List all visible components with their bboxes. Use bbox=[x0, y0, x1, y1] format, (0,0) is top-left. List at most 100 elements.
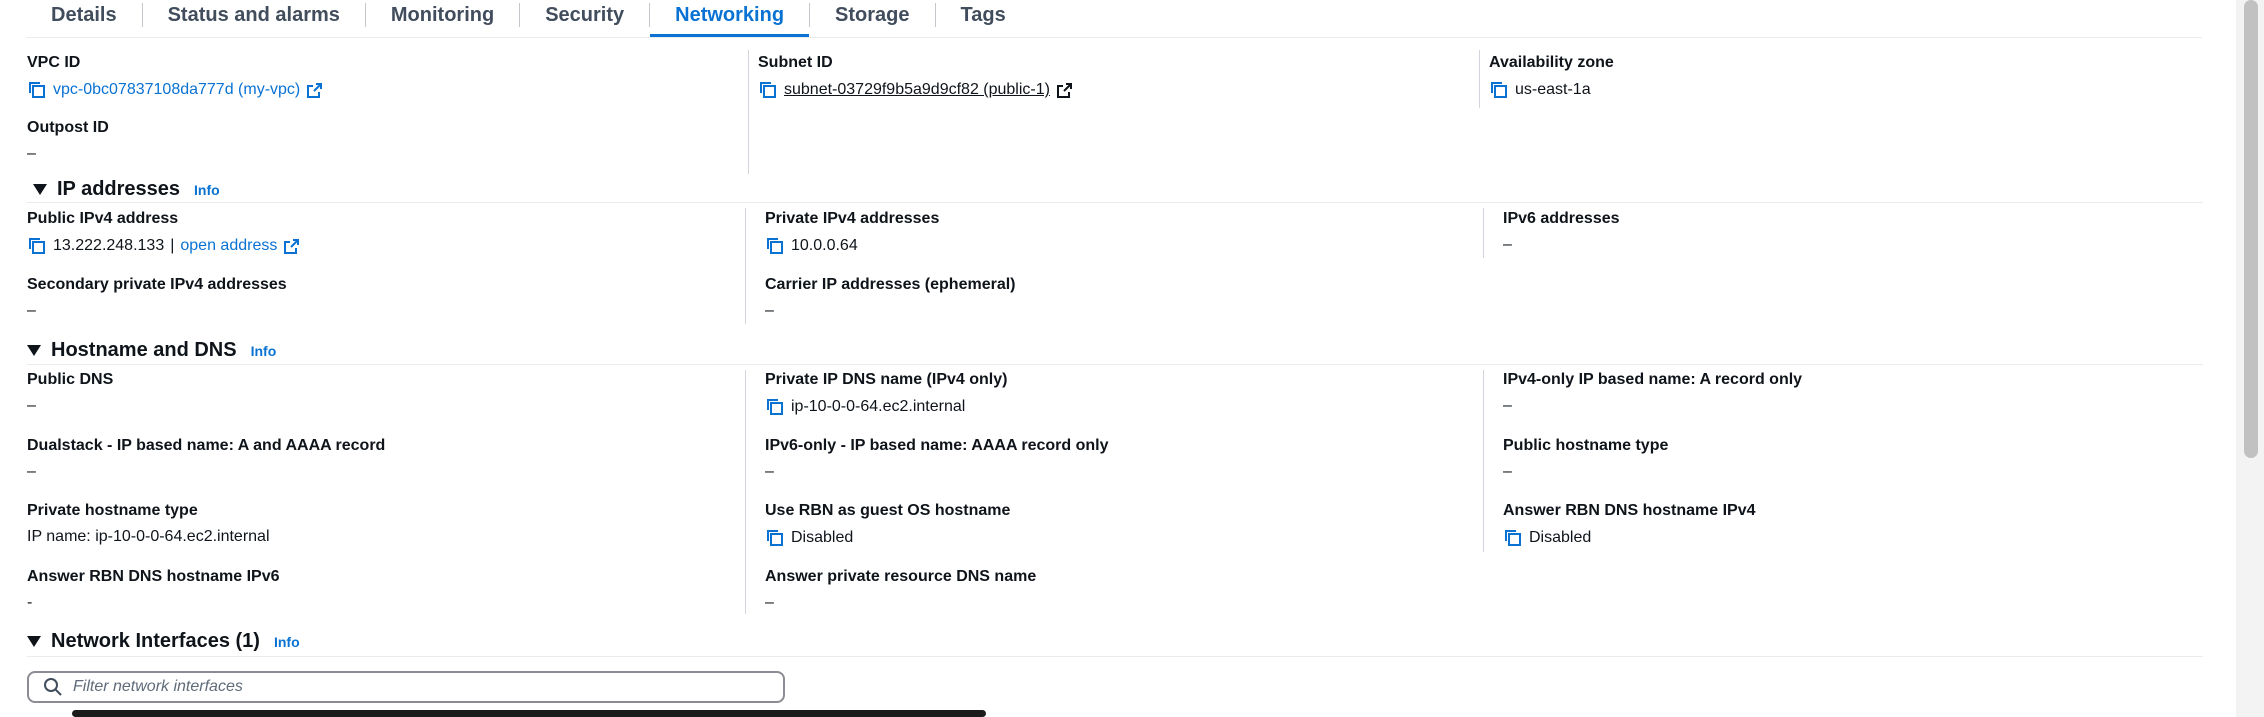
availability-zone-value-row: us-east-1a bbox=[1489, 80, 1614, 100]
secondary-private-ipv4-value: – bbox=[27, 302, 36, 319]
ipv6-only-name-field: IPv6-only - IP based name: AAAA record o… bbox=[765, 437, 1109, 481]
section-divider bbox=[27, 656, 2203, 657]
private-ip-dns-value-row: ip-10-0-0-64.ec2.internal bbox=[765, 397, 1007, 417]
public-ipv4-value: 13.222.248.133 bbox=[53, 237, 165, 254]
external-link-icon[interactable] bbox=[306, 82, 323, 99]
ipv4-only-name-field: IPv4-only IP based name: A record only – bbox=[1503, 371, 1802, 415]
rbn-ipv6-label: Answer RBN DNS hostname IPv6 bbox=[27, 568, 280, 585]
copy-icon[interactable] bbox=[765, 528, 785, 548]
public-dns-label: Public DNS bbox=[27, 371, 114, 388]
carrier-ip-value: – bbox=[765, 302, 774, 319]
caret-down-icon[interactable] bbox=[27, 636, 41, 647]
vpc-id-value-row: vpc-0bc07837108da777d (my-vpc) bbox=[27, 80, 323, 100]
ipv6-only-name-value: – bbox=[765, 463, 774, 480]
ip-addresses-header[interactable]: IP addresses Info bbox=[33, 178, 220, 201]
external-link-icon[interactable] bbox=[1056, 82, 1073, 99]
rbn-ipv4-value: Disabled bbox=[1529, 529, 1592, 546]
ip-addresses-info-link[interactable]: Info bbox=[194, 182, 220, 198]
carrier-ip-field: Carrier IP addresses (ephemeral) – bbox=[765, 276, 1016, 320]
copy-icon[interactable] bbox=[758, 80, 778, 100]
caret-down-icon[interactable] bbox=[27, 345, 41, 356]
availability-zone-value: us-east-1a bbox=[1515, 81, 1591, 98]
copy-icon[interactable] bbox=[27, 80, 47, 100]
filter-network-interfaces-input[interactable] bbox=[71, 677, 775, 697]
public-hostname-type-field: Public hostname type – bbox=[1503, 437, 1668, 481]
private-ip-dns-field: Private IP DNS name (IPv4 only) ip-10-0-… bbox=[765, 371, 1007, 417]
tab-security[interactable]: Security bbox=[520, 0, 649, 30]
vertical-scrollbar-thumb[interactable] bbox=[2244, 0, 2258, 458]
tab-storage[interactable]: Storage bbox=[810, 0, 934, 30]
copy-icon[interactable] bbox=[765, 236, 785, 256]
hostname-dns-header[interactable]: Hostname and DNS Info bbox=[27, 339, 276, 362]
ipv4-only-name-value: – bbox=[1503, 397, 1512, 414]
private-ipv4-value-row: 10.0.0.64 bbox=[765, 236, 939, 256]
rbn-ipv6-value: - bbox=[27, 594, 33, 611]
network-interfaces-info-link[interactable]: Info bbox=[274, 634, 300, 650]
private-resource-dns-label: Answer private resource DNS name bbox=[765, 568, 1037, 585]
rbn-guest-hostname-label: Use RBN as guest OS hostname bbox=[765, 502, 1011, 519]
subnet-id-label: Subnet ID bbox=[758, 54, 833, 71]
subnet-id-value-row: subnet-03729f9b5a9d9cf82 (public-1) bbox=[758, 80, 1073, 100]
availability-zone-field: Availability zone us-east-1a bbox=[1489, 54, 1614, 100]
column-divider bbox=[1483, 370, 1484, 552]
copy-icon[interactable] bbox=[765, 397, 785, 417]
vpc-id-label: VPC ID bbox=[27, 54, 81, 71]
private-resource-dns-value: – bbox=[765, 594, 774, 611]
network-interfaces-title: Network Interfaces (1) bbox=[51, 630, 260, 652]
filter-network-interfaces[interactable] bbox=[27, 671, 785, 703]
column-divider bbox=[748, 50, 749, 174]
tab-networking[interactable]: Networking bbox=[650, 0, 809, 38]
private-ip-dns-label: Private IP DNS name (IPv4 only) bbox=[765, 371, 1008, 388]
outpost-id-label: Outpost ID bbox=[27, 119, 109, 136]
public-hostname-type-value: – bbox=[1503, 463, 1512, 480]
dualstack-name-label: Dualstack - IP based name: A and AAAA re… bbox=[27, 437, 386, 454]
rbn-guest-hostname-value: Disabled bbox=[791, 529, 854, 546]
secondary-private-ipv4-label: Secondary private IPv4 addresses bbox=[27, 276, 287, 293]
column-divider bbox=[1479, 50, 1480, 108]
network-interfaces-header[interactable]: Network Interfaces (1) Info bbox=[27, 630, 300, 653]
subnet-id-link[interactable]: subnet-03729f9b5a9d9cf82 (public-1) bbox=[784, 81, 1050, 99]
column-divider bbox=[745, 370, 746, 614]
ipv6-only-name-label: IPv6-only - IP based name: AAAA record o… bbox=[765, 437, 1109, 454]
tab-bar: Details Status and alarms Monitoring Sec… bbox=[26, 0, 1031, 38]
caret-down-icon[interactable] bbox=[33, 184, 47, 195]
tab-status-and-alarms[interactable]: Status and alarms bbox=[143, 0, 365, 30]
column-divider bbox=[1483, 208, 1484, 258]
copy-icon[interactable] bbox=[1503, 528, 1523, 548]
public-ipv4-value-row: 13.222.248.133 | open address bbox=[27, 236, 300, 256]
private-ip-dns-value: ip-10-0-0-64.ec2.internal bbox=[791, 398, 966, 415]
vpc-id-field: VPC ID vpc-0bc07837108da777d (my-vpc) bbox=[27, 54, 323, 100]
private-hostname-type-field: Private hostname type IP name: ip-10-0-0… bbox=[27, 502, 270, 546]
carrier-ip-label: Carrier IP addresses (ephemeral) bbox=[765, 276, 1016, 293]
public-dns-field: Public DNS – bbox=[27, 371, 113, 415]
public-ipv4-field: Public IPv4 address 13.222.248.133 | ope… bbox=[27, 210, 300, 256]
open-address-link[interactable]: open address bbox=[180, 237, 277, 255]
value-separator: | bbox=[170, 237, 175, 254]
vpc-id-link[interactable]: vpc-0bc07837108da777d (my-vpc) bbox=[53, 81, 300, 99]
rbn-ipv4-value-row: Disabled bbox=[1503, 528, 1756, 548]
private-ipv4-field: Private IPv4 addresses 10.0.0.64 bbox=[765, 210, 939, 256]
ipv6-addresses-label: IPv6 addresses bbox=[1503, 210, 1620, 227]
rbn-ipv4-field: Answer RBN DNS hostname IPv4 Disabled bbox=[1503, 502, 1756, 548]
tab-monitoring[interactable]: Monitoring bbox=[366, 0, 519, 30]
tab-tags[interactable]: Tags bbox=[936, 0, 1031, 30]
tab-details[interactable]: Details bbox=[26, 0, 142, 30]
availability-zone-label: Availability zone bbox=[1489, 54, 1614, 71]
ipv4-only-name-label: IPv4-only IP based name: A record only bbox=[1503, 371, 1803, 388]
dualstack-name-value: – bbox=[27, 463, 36, 480]
subnet-id-field: Subnet ID subnet-03729f9b5a9d9cf82 (publ… bbox=[758, 54, 1073, 100]
outpost-id-value: – bbox=[27, 145, 36, 162]
outpost-id-field: Outpost ID – bbox=[27, 119, 109, 163]
hostname-dns-title: Hostname and DNS bbox=[51, 339, 237, 361]
copy-icon[interactable] bbox=[1489, 80, 1509, 100]
section-divider bbox=[27, 202, 2203, 203]
copy-icon[interactable] bbox=[27, 236, 47, 256]
ipv6-addresses-field: IPv6 addresses – bbox=[1503, 210, 1620, 254]
section-divider bbox=[27, 364, 2203, 365]
hostname-dns-info-link[interactable]: Info bbox=[251, 343, 277, 359]
external-link-icon[interactable] bbox=[283, 238, 300, 255]
private-ipv4-value: 10.0.0.64 bbox=[791, 237, 858, 254]
public-ipv4-label: Public IPv4 address bbox=[27, 210, 179, 227]
horizontal-scrollbar[interactable] bbox=[72, 710, 986, 717]
private-hostname-type-label: Private hostname type bbox=[27, 502, 198, 519]
